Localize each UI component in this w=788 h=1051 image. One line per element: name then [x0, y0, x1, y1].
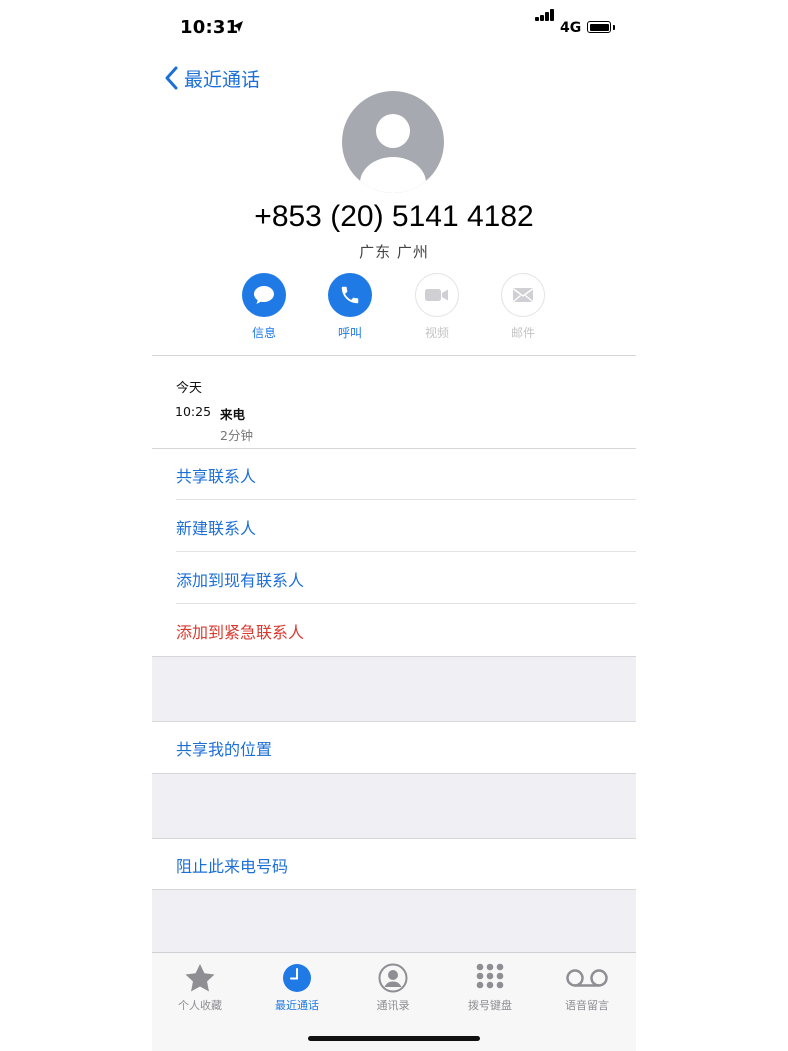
group-spacer — [152, 890, 636, 952]
divider — [152, 355, 636, 356]
call-label: 呼叫 — [337, 326, 362, 340]
share-location-row[interactable]: 共享我的位置 — [152, 722, 636, 773]
tab-favorites[interactable]: 个人收藏 — [160, 961, 240, 1013]
tab-label: 通讯录 — [376, 999, 410, 1012]
new-contact-label: 新建联系人 — [176, 519, 257, 538]
star-icon — [160, 961, 240, 995]
new-contact-row[interactable]: 新建联系人 — [152, 501, 636, 552]
phone-number: +853 (20) 5141 4182 — [254, 200, 534, 233]
video-label: 视频 — [424, 326, 449, 340]
mail-label: 邮件 — [510, 326, 535, 340]
tab-label: 拨号键盘 — [468, 999, 512, 1012]
add-existing-contact-row[interactable]: 添加到现有联系人 — [152, 553, 636, 604]
share-location-label: 共享我的位置 — [176, 740, 273, 759]
chevron-left-icon — [165, 66, 178, 90]
battery-icon — [587, 21, 611, 33]
message-label: 信息 — [251, 326, 276, 340]
group-spacer — [152, 774, 636, 838]
add-emergency-contact-row[interactable]: 添加到紧急联系人 — [152, 605, 636, 656]
tab-label: 个人收藏 — [178, 999, 222, 1012]
phone-icon — [328, 273, 372, 317]
tab-contacts[interactable]: 通讯录 — [353, 961, 433, 1013]
block-caller-row[interactable]: 阻止此来电号码 — [152, 839, 636, 890]
network-type: 4G — [560, 20, 582, 36]
person-silhouette-icon — [360, 114, 426, 193]
battery-tip — [613, 25, 615, 30]
back-label: 最近通话 — [184, 68, 261, 91]
mail-button[interactable]: 邮件 — [493, 273, 553, 341]
contact-avatar — [342, 91, 444, 193]
video-icon — [415, 273, 459, 317]
message-button[interactable]: 信息 — [234, 273, 294, 341]
add-emergency-label: 添加到紧急联系人 — [176, 623, 305, 642]
group-spacer — [152, 657, 636, 721]
history-day: 今天 — [176, 381, 203, 396]
location-arrow-icon — [233, 21, 243, 32]
tab-label: 最近通话 — [275, 999, 319, 1012]
block-caller-label: 阻止此来电号码 — [176, 857, 289, 876]
tab-recents[interactable]: 最近通话 — [257, 961, 337, 1013]
tab-label: 语音留言 — [565, 999, 609, 1012]
number-location: 广东 广州 — [359, 243, 429, 261]
contacts-icon — [353, 961, 433, 995]
share-contact-row[interactable]: 共享联系人 — [152, 449, 636, 500]
tab-voicemail[interactable]: 语音留言 — [547, 961, 627, 1013]
home-indicator[interactable] — [308, 1036, 480, 1041]
voicemail-icon — [547, 961, 627, 995]
add-existing-label: 添加到现有联系人 — [176, 571, 305, 590]
tab-keypad[interactable]: 拨号键盘 — [450, 961, 530, 1013]
call-time: 10:25 — [175, 404, 212, 419]
mail-icon — [501, 273, 545, 317]
keypad-icon — [450, 961, 530, 995]
clock-icon — [257, 961, 337, 995]
call-duration: 2分钟 — [220, 428, 253, 443]
back-button[interactable]: 最近通话 — [164, 65, 260, 91]
message-icon — [242, 273, 286, 317]
status-time: 10:31 — [180, 17, 239, 38]
call-button[interactable]: 呼叫 — [320, 273, 380, 341]
share-contact-label: 共享联系人 — [176, 467, 257, 486]
video-button[interactable]: 视频 — [407, 273, 467, 341]
phone-screen: 10:31 4G 最近通话 +853 (20) 5141 4182 广东 广州 … — [152, 0, 636, 1051]
call-type: 来电 — [220, 407, 246, 422]
